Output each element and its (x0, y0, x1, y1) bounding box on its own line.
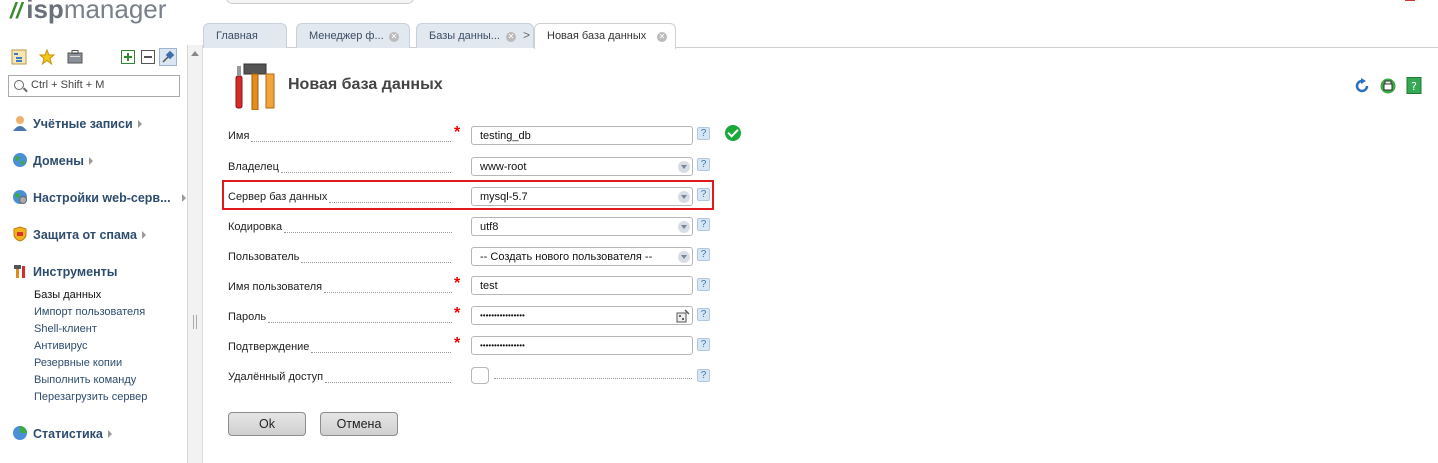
remote-access-checkbox[interactable] (471, 367, 489, 384)
sidebar-item-import-user[interactable]: Импорт пользователя (34, 306, 145, 318)
tab-chevron-right-icon: > (523, 28, 531, 42)
close-icon[interactable]: ✕ (506, 32, 516, 42)
leader-dots (301, 255, 452, 263)
leader-dots (325, 375, 452, 383)
sidebar-search-input[interactable]: Ctrl + Shift + M (8, 75, 180, 97)
name-input[interactable]: testing_db (471, 126, 693, 145)
field-label-encoding: Кодировка (228, 221, 452, 233)
sidebar-section-accounts[interactable]: Учётные записи (12, 115, 142, 133)
encoding-select[interactable]: utf8 (471, 217, 693, 236)
help-icon-password[interactable]: ? (697, 308, 710, 321)
owner-select[interactable]: www-root (471, 157, 693, 176)
password-generator-icon[interactable] (676, 309, 690, 323)
user-select[interactable]: -- Создать нового пользователя -- (471, 247, 693, 266)
pie-chart-icon (12, 425, 28, 441)
tab-new-database[interactable]: Новая база данных ✕ (534, 23, 676, 49)
leader-dots (268, 315, 452, 323)
tree-icon[interactable] (11, 49, 27, 65)
sidebar-toolbar (11, 48, 181, 66)
print-icon[interactable] (1380, 78, 1396, 94)
field-label-owner: Владелец (228, 161, 452, 173)
sidebar-item-databases[interactable]: Базы данных (34, 289, 101, 301)
tab-home[interactable]: Главная (203, 23, 287, 48)
drag-grip-icon[interactable] (193, 315, 197, 329)
password-confirm-input[interactable]: •••••••••••••••• (471, 336, 693, 355)
logo-mark-icon: // (10, 0, 23, 23)
pin-icon[interactable] (159, 48, 177, 66)
chevron-right-icon (141, 231, 146, 239)
collapse-icon[interactable] (141, 50, 155, 64)
help-icon-user[interactable]: ? (697, 248, 710, 261)
tab-file-manager[interactable]: Менеджер ф... ✕ (296, 23, 410, 48)
help-icon-remote-access[interactable]: ? (697, 369, 710, 382)
sidebar-section-tools[interactable]: Инструменты (12, 263, 117, 281)
required-mark: * (454, 335, 461, 352)
leader-dots (284, 225, 452, 233)
briefcase-icon[interactable] (67, 49, 83, 65)
field-label-user: Пользователь (228, 251, 452, 263)
sidebar-item-antivirus[interactable]: Антивирус (34, 340, 87, 352)
help-icon-owner[interactable]: ? (697, 158, 710, 171)
sidebar-item-shell-client[interactable]: Shell-клиент (34, 323, 97, 335)
tools-icon (12, 263, 28, 279)
star-icon[interactable] (38, 48, 56, 66)
chevron-down-icon (678, 251, 690, 263)
help-icon-username[interactable]: ? (697, 278, 710, 291)
globe-gear-icon (12, 189, 28, 205)
chevron-right-icon (181, 194, 186, 202)
app-window: //ispmanager Ctrl + Shift + M Учётные за… (0, 0, 1438, 463)
chevron-right-icon (88, 157, 93, 165)
field-label-remote-access: Удалённый доступ (228, 371, 452, 383)
help-book-icon[interactable]: ? (1406, 77, 1422, 94)
tab-bar: Главная Менеджер ф... ✕ Базы данны... ✕ Но… (203, 0, 1438, 49)
chevron-right-icon (107, 430, 112, 438)
page-title: Новая база данных (288, 76, 443, 93)
leader-dots (280, 165, 452, 173)
svg-text:?: ? (1411, 80, 1417, 93)
username-input[interactable]: test (471, 276, 693, 295)
sidebar-item-reboot-server[interactable]: Перезагрузить сервер (34, 391, 147, 403)
sidebar-item-backups[interactable]: Резервные копии (34, 357, 122, 369)
required-mark: * (454, 305, 461, 322)
user-icon (12, 115, 28, 131)
close-icon[interactable]: ✕ (389, 32, 399, 42)
help-icon-name[interactable]: ? (697, 127, 710, 140)
help-icon-confirmation[interactable]: ? (697, 338, 710, 351)
chevron-down-icon (678, 221, 690, 233)
scroll-up-icon[interactable] (191, 51, 199, 56)
help-icon-encoding[interactable]: ? (697, 218, 710, 231)
required-mark: * (454, 275, 461, 292)
chevron-right-icon (137, 120, 142, 128)
tab-databases[interactable]: Базы данны... ✕ (416, 23, 534, 48)
leader-dots (324, 285, 452, 293)
field-label-password: Пароль (228, 311, 452, 323)
highlight-box (222, 180, 714, 210)
search-icon (14, 80, 24, 90)
sidebar-section-web-settings[interactable]: Настройки web-серв... (12, 189, 186, 207)
sidebar-item-run-command[interactable]: Выполнить команду (34, 374, 136, 386)
cancel-button[interactable]: Отмена (320, 412, 398, 436)
shield-icon (12, 226, 28, 242)
close-icon[interactable]: ✕ (657, 32, 667, 42)
ok-button[interactable]: Ok (228, 412, 306, 436)
password-input[interactable]: •••••••••••••••• (471, 306, 693, 325)
required-mark: * (454, 124, 461, 141)
expand-icon[interactable] (121, 50, 135, 64)
leader-dots (251, 134, 452, 142)
logo[interactable]: //ispmanager (10, 0, 166, 25)
chevron-down-icon (678, 161, 690, 173)
sidebar-section-spam-protection[interactable]: Защита от спама (12, 226, 146, 244)
valid-check-icon (725, 125, 741, 141)
field-label-confirmation: Подтверждение (228, 341, 452, 353)
globe-icon (12, 152, 28, 168)
tools-icon (232, 62, 278, 111)
field-label-name: Имя (228, 130, 452, 142)
leader-dots (494, 378, 692, 379)
leader-dots (311, 345, 452, 353)
sidebar-section-domains[interactable]: Домены (12, 152, 93, 170)
sidebar-resize-handle[interactable] (188, 45, 203, 463)
refresh-icon[interactable] (1354, 78, 1370, 94)
field-label-username: Имя пользователя (228, 281, 452, 293)
sidebar-section-statistics[interactable]: Статистика (12, 425, 112, 443)
